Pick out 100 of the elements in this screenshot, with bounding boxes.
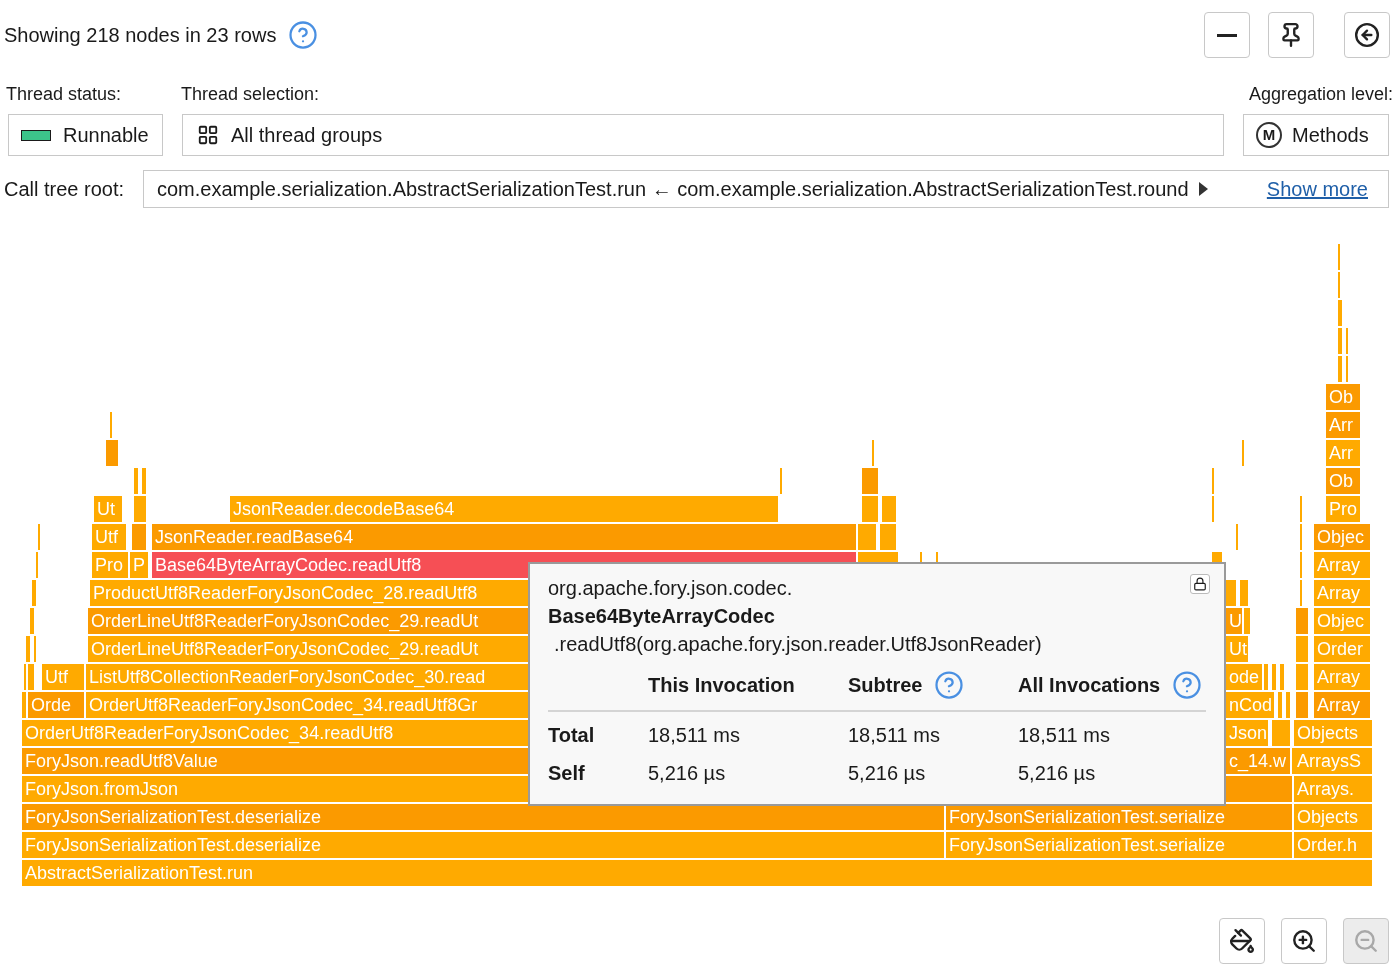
call-tree-root-field[interactable]: com.example.serialization.AbstractSerializationTest.run ← com.example.serialization.AbstractSerializationTest.round Show more [143, 170, 1389, 208]
flame-frame[interactable] [106, 440, 118, 466]
flame-frame[interactable]: ode [1226, 664, 1262, 690]
flame-frame[interactable] [1244, 608, 1250, 634]
table-cell-text: 18,511 ms [648, 723, 741, 748]
flame-frame[interactable] [32, 580, 36, 606]
flame-frame[interactable]: ForyJsonSerializationTest.deserialize [22, 804, 944, 830]
flame-frame[interactable]: P [130, 552, 148, 578]
flame-frame[interactable]: Ut [94, 496, 122, 522]
flame-frame[interactable] [1240, 580, 1248, 606]
help-icon[interactable] [288, 20, 319, 50]
flame-frame[interactable]: OrderLineUtf8ReaderForyJsonCodec_29.readUt [88, 636, 528, 662]
flame-frame[interactable]: Arr [1326, 440, 1360, 466]
back-button[interactable] [1344, 12, 1390, 58]
flame-frame[interactable]: Objects [1294, 804, 1372, 830]
circled-m-icon: M [1256, 122, 1282, 148]
flame-frame[interactable] [858, 524, 876, 550]
flame-frame[interactable] [28, 664, 34, 690]
flame-frame[interactable]: JsonReader.decodeBase64 [230, 496, 778, 522]
flame-frame[interactable] [1286, 692, 1290, 718]
flame-frame[interactable] [1272, 720, 1290, 746]
flame-frame[interactable]: Utf [42, 664, 84, 690]
flame-frame[interactable] [1296, 636, 1308, 662]
flame-frame[interactable]: Objects [1294, 720, 1372, 746]
flame-frame[interactable]: Ob [1326, 468, 1360, 494]
caret-right-icon[interactable] [1198, 182, 1208, 196]
lock-button[interactable] [1190, 574, 1210, 594]
flame-frame[interactable]: Objec [1314, 524, 1370, 550]
flame-frame[interactable]: Ut [1226, 636, 1248, 662]
table-cell-text: 18,511 ms [848, 723, 941, 748]
flame-frame[interactable]: nCod [1226, 692, 1274, 718]
flame-frame[interactable]: ArraysS [1294, 748, 1372, 774]
row-header: Self [548, 761, 586, 786]
flame-frame[interactable]: ForyJson.readUtf8Value [22, 748, 528, 774]
flame-frame[interactable] [134, 468, 138, 494]
flame-frame[interactable]: Ob [1326, 384, 1360, 410]
thread-selection-dropdown[interactable]: All thread groups [182, 114, 1224, 156]
flame-frame[interactable]: Arrays. [1294, 776, 1372, 802]
flame-frame[interactable] [1296, 608, 1308, 634]
column-header: Subtree [848, 673, 923, 698]
flame-frame[interactable]: Utf [92, 524, 126, 550]
show-more-link[interactable]: Show more [1266, 174, 1368, 204]
lock-icon [1193, 577, 1207, 591]
flame-frame[interactable] [1226, 580, 1236, 606]
flame-frame[interactable] [1338, 356, 1342, 382]
flame-frame[interactable] [26, 636, 30, 662]
flame-frame[interactable] [1272, 664, 1276, 690]
flame-frame[interactable] [134, 496, 146, 522]
flame-frame[interactable]: Array [1314, 580, 1370, 606]
thread-status-dropdown[interactable]: Runnable [8, 114, 163, 156]
flame-frame[interactable] [1296, 664, 1308, 690]
pin-button[interactable] [1268, 12, 1314, 58]
flame-frame[interactable] [132, 524, 146, 550]
flame-frame[interactable] [1226, 776, 1292, 802]
flame-frame[interactable]: Order.h [1294, 832, 1372, 858]
flame-frame[interactable]: Objec [1314, 608, 1370, 634]
collapse-button[interactable] [1204, 12, 1250, 58]
color-button[interactable] [1219, 918, 1265, 964]
flame-frame[interactable]: Array [1314, 664, 1370, 690]
flame-frame[interactable]: ForyJson.fromJson [22, 776, 528, 802]
thread-selection-label: Thread selection: [181, 83, 320, 106]
flame-frame[interactable] [880, 524, 896, 550]
flame-frame[interactable] [862, 496, 878, 522]
flame-frame[interactable]: c_14.w [1226, 748, 1290, 774]
flame-frame[interactable] [30, 608, 34, 634]
flame-frame[interactable]: ProductUtf8ReaderForyJsonCodec_28.readUtf8 [90, 580, 528, 606]
aggregation-dropdown[interactable]: M Methods [1243, 114, 1389, 156]
flame-frame[interactable]: Json [1226, 720, 1268, 746]
flame-frame[interactable]: ListUtf8CollectionReaderForyJsonCodec_30.read [86, 664, 528, 690]
flame-frame[interactable] [1296, 692, 1308, 718]
flame-frame[interactable]: OrderUtf8ReaderForyJsonCodec_34.readUtf8 [22, 720, 528, 746]
flame-frame[interactable] [142, 468, 146, 494]
flame-frame[interactable]: OrderUtf8ReaderForyJsonCodec_34.readUtf8Gr [86, 692, 528, 718]
flame-frame[interactable]: ForyJsonSerializationTest.serialize [946, 832, 1292, 858]
flame-frame[interactable]: JsonReader.readBase64 [152, 524, 856, 550]
flame-frame[interactable]: OrderLineUtf8ReaderForyJsonCodec_29.readUt [88, 608, 528, 634]
flame-frame[interactable] [1278, 692, 1282, 718]
flame-frame[interactable]: AbstractSerializationTest.run [22, 860, 1372, 886]
flame-frame[interactable]: Pro [92, 552, 128, 578]
flame-frame[interactable] [22, 692, 26, 718]
help-icon[interactable] [1172, 670, 1203, 700]
flame-frame[interactable]: Orde [28, 692, 84, 718]
flame-frame[interactable] [1264, 664, 1268, 690]
thread-status-label: Thread status: [6, 83, 123, 106]
flame-frame[interactable]: ForyJsonSerializationTest.serialize [946, 804, 1292, 830]
zoom-in-button[interactable] [1281, 918, 1327, 964]
flame-frame[interactable] [1338, 300, 1342, 326]
help-icon[interactable] [934, 670, 965, 700]
flame-frame[interactable]: U [1226, 608, 1242, 634]
flame-frame[interactable] [1338, 328, 1342, 354]
flame-frame[interactable] [862, 468, 878, 494]
method-signature: .readUtf8(org.apache.fory.json.reader.Utf8JsonReader) [554, 632, 1042, 657]
flame-frame[interactable] [882, 496, 896, 522]
flame-frame[interactable]: Order [1314, 636, 1370, 662]
flame-frame[interactable]: Arr [1326, 412, 1360, 438]
flame-frame[interactable]: Pro [1326, 496, 1360, 522]
flame-frame[interactable]: ForyJsonSerializationTest.deserialize [22, 832, 944, 858]
flame-frame[interactable] [1280, 664, 1284, 690]
flame-frame[interactable]: Array [1314, 552, 1370, 578]
flame-frame[interactable]: Array [1314, 692, 1370, 718]
